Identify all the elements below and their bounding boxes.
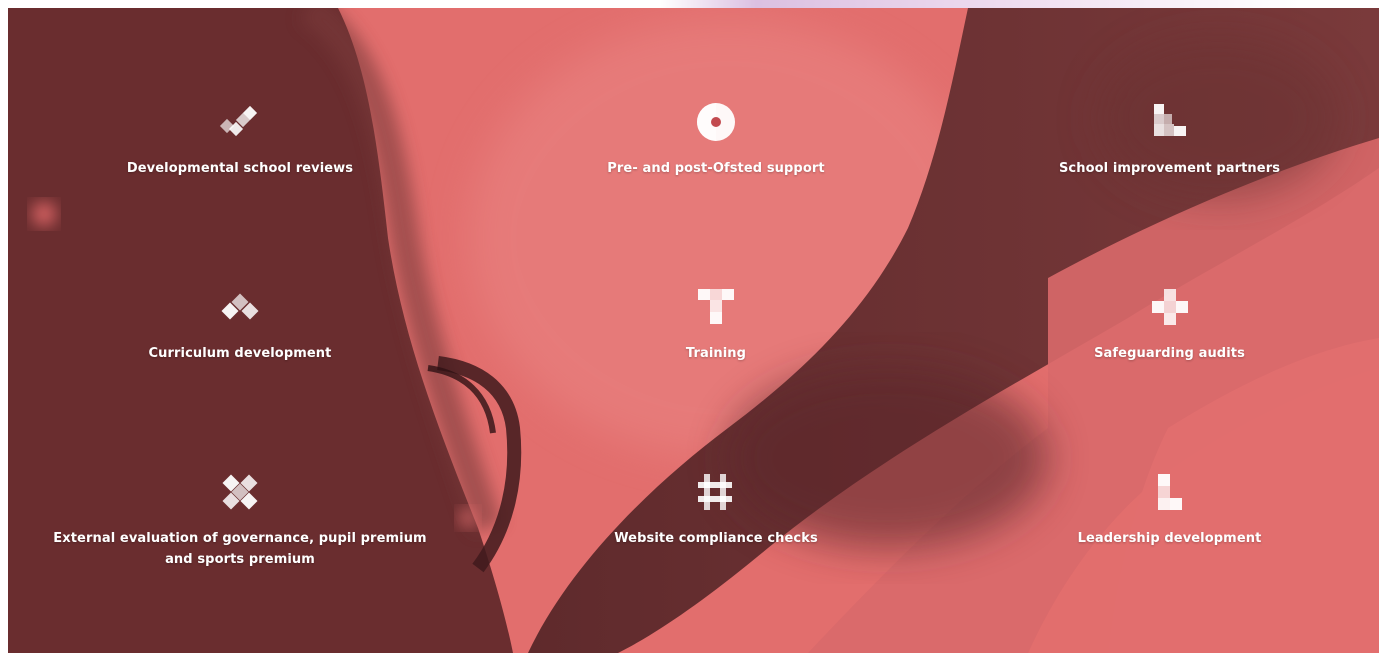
top-strip-tint xyxy=(660,0,1300,8)
service-school-improvement-partners[interactable]: School improvement partners xyxy=(960,100,1379,192)
target-circle-icon xyxy=(694,100,738,144)
service-label: Training xyxy=(685,346,747,361)
chevron-up-icon xyxy=(218,285,262,329)
service-label: Website compliance checks xyxy=(614,531,818,546)
service-label: Pre- and post-Ofsted support xyxy=(607,161,825,176)
service-training[interactable]: Training xyxy=(472,285,960,377)
hash-icon xyxy=(694,470,738,514)
service-label: School improvement partners xyxy=(1058,161,1281,176)
cross-icon xyxy=(218,470,262,514)
letter-t-icon xyxy=(694,285,738,329)
service-website-compliance-checks[interactable]: Website compliance checks xyxy=(472,470,960,562)
service-pre-post-ofsted-support[interactable]: Pre- and post-Ofsted support xyxy=(472,100,960,192)
service-external-evaluation[interactable]: External evaluation of governance, pupil… xyxy=(8,470,472,567)
plus-icon xyxy=(1148,285,1192,329)
top-strip xyxy=(0,0,1387,8)
services-grid: Developmental school reviews Pre- and po… xyxy=(8,8,1379,653)
service-label: Leadership development xyxy=(1077,531,1262,546)
service-developmental-school-reviews[interactable]: Developmental school reviews xyxy=(8,100,472,192)
service-label: Developmental school reviews xyxy=(126,161,354,176)
service-leadership-development[interactable]: Leadership development xyxy=(960,470,1379,562)
service-safeguarding-audits[interactable]: Safeguarding audits xyxy=(960,285,1379,377)
letter-l-icon xyxy=(1148,470,1192,514)
check-icon xyxy=(218,100,262,144)
services-section: Developmental school reviews Pre- and po… xyxy=(8,8,1379,653)
service-label: Curriculum development xyxy=(148,346,332,361)
blocks-icon xyxy=(1148,100,1192,144)
service-label: Safeguarding audits xyxy=(1094,346,1245,361)
service-label: External evaluation of governance, pupil… xyxy=(53,531,427,567)
service-curriculum-development[interactable]: Curriculum development xyxy=(8,285,472,377)
